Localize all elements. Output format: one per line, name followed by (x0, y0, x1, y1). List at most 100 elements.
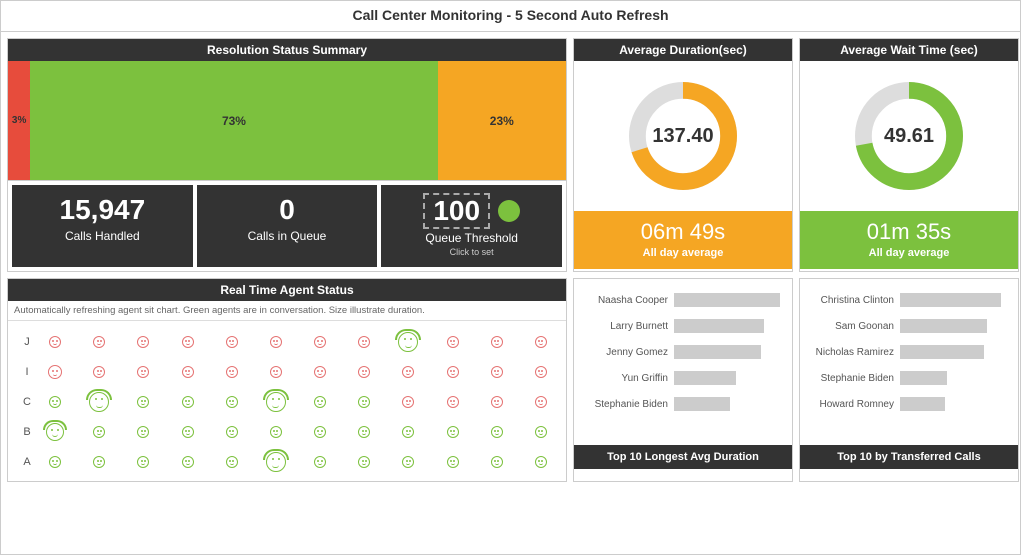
agent-cell[interactable] (171, 365, 205, 379)
agent-cell[interactable] (215, 452, 249, 472)
agent-cell[interactable] (480, 452, 514, 472)
agent-cell[interactable] (303, 365, 337, 379)
list-row: Stephanie Biden (580, 391, 786, 417)
agent-cell[interactable] (480, 392, 514, 412)
agent-cell[interactable] (480, 332, 514, 352)
agent-cell[interactable] (303, 452, 337, 472)
calls-handled-stat: 15,947 Calls Handled (12, 185, 193, 267)
agent-cell[interactable] (215, 332, 249, 352)
agent-cell[interactable] (82, 423, 116, 441)
agent-face-icon (314, 426, 326, 438)
agent-face-icon (447, 456, 459, 468)
list-row: Larry Burnett (580, 313, 786, 339)
list-row: Howard Romney (806, 391, 1012, 417)
agent-cell[interactable] (38, 452, 72, 472)
agent-row-label: A (16, 456, 38, 468)
agent-cell[interactable] (347, 423, 381, 441)
agent-cell[interactable] (82, 365, 116, 379)
calls-in-queue-value: 0 (201, 193, 374, 227)
avg-duration-value: 137.40 (652, 125, 713, 148)
queue-threshold-stat[interactable]: 100 Queue Threshold Click to set (381, 185, 562, 267)
agent-cell[interactable] (171, 332, 205, 352)
agent-cell[interactable] (126, 392, 160, 412)
avg-duration-footer: 06m 49s All day average (574, 211, 792, 269)
agent-cell[interactable] (126, 332, 160, 352)
agent-face-icon (535, 366, 547, 378)
transferred-calls-panel: Christina ClintonSam GoonanNicholas Rami… (799, 278, 1019, 482)
longest-duration-panel: Naasha CooperLarry BurnettJenny Gomez Yun… (573, 278, 793, 482)
agent-row-label: I (16, 366, 38, 378)
agent-cell[interactable] (524, 423, 558, 441)
agent-cell[interactable] (259, 423, 293, 441)
agent-cell[interactable] (391, 332, 425, 352)
agent-cell[interactable] (480, 423, 514, 441)
agent-cell[interactable] (82, 452, 116, 472)
agent-cell[interactable] (126, 452, 160, 472)
agent-cell[interactable] (347, 392, 381, 412)
agent-face-icon (358, 366, 370, 378)
list-name: Howard Romney (806, 399, 900, 410)
agent-cell[interactable] (347, 365, 381, 379)
agent-cell[interactable] (347, 332, 381, 352)
agent-face-icon (182, 426, 194, 438)
agent-cell[interactable] (171, 423, 205, 441)
agent-cell[interactable] (259, 392, 293, 412)
agent-cell[interactable] (524, 392, 558, 412)
agent-cell[interactable] (303, 423, 337, 441)
agent-cell[interactable] (524, 365, 558, 379)
agent-cell[interactable] (38, 423, 72, 441)
agent-face-icon (402, 396, 414, 408)
agent-cell[interactable] (259, 332, 293, 352)
agent-cell[interactable] (303, 392, 337, 412)
agent-cell[interactable] (391, 423, 425, 441)
agent-cell[interactable] (480, 365, 514, 379)
avg-wait-header: Average Wait Time (sec) (800, 39, 1018, 61)
agent-cell[interactable] (215, 365, 249, 379)
list-bar (674, 319, 764, 333)
list-bar (900, 345, 984, 359)
list-row: Naasha Cooper (580, 287, 786, 313)
agent-cell[interactable] (391, 392, 425, 412)
resolution-stacked-bar: 3%73%23% (8, 61, 566, 181)
agent-cell[interactable] (524, 332, 558, 352)
agent-cell[interactable] (259, 365, 293, 379)
list-row: Jenny Gomez (580, 339, 786, 365)
agent-cell[interactable] (38, 392, 72, 412)
agent-row-label: B (16, 426, 38, 438)
list-bar (674, 293, 780, 307)
agent-cell[interactable] (126, 423, 160, 441)
agent-cell[interactable] (436, 332, 470, 352)
agent-cell[interactable] (436, 392, 470, 412)
agent-cell[interactable] (436, 423, 470, 441)
avg-wait-value: 49.61 (884, 125, 934, 148)
agent-cell[interactable] (391, 452, 425, 472)
queue-threshold-input[interactable]: 100 (423, 193, 490, 229)
agent-cell[interactable] (171, 392, 205, 412)
agent-cell[interactable] (82, 332, 116, 352)
agent-cell[interactable] (524, 452, 558, 472)
calls-in-queue-stat: 0 Calls in Queue (197, 185, 378, 267)
agent-cell[interactable] (391, 365, 425, 379)
agent-row: I (16, 357, 558, 387)
agent-face-icon (93, 366, 105, 378)
list-bar (674, 371, 736, 385)
list-row: Nicholas Ramirez (806, 339, 1012, 365)
agent-cell[interactable] (38, 332, 72, 352)
agent-cell[interactable] (171, 452, 205, 472)
agent-cell[interactable] (436, 365, 470, 379)
agent-cell[interactable] (215, 392, 249, 412)
agent-cell[interactable] (215, 423, 249, 441)
agent-status-note: Automatically refreshing agent sit chart… (8, 301, 566, 321)
agent-cell[interactable] (259, 452, 293, 472)
agent-cell[interactable] (436, 452, 470, 472)
list-name: Yun Griffin (580, 373, 674, 384)
agent-row: B (16, 417, 558, 447)
agent-cell[interactable] (126, 365, 160, 379)
agent-face-icon (447, 366, 459, 378)
agent-face-icon (491, 456, 503, 468)
agent-headset-icon (46, 423, 64, 441)
agent-cell[interactable] (38, 365, 72, 379)
agent-cell[interactable] (303, 332, 337, 352)
agent-cell[interactable] (347, 452, 381, 472)
agent-cell[interactable] (82, 392, 116, 412)
